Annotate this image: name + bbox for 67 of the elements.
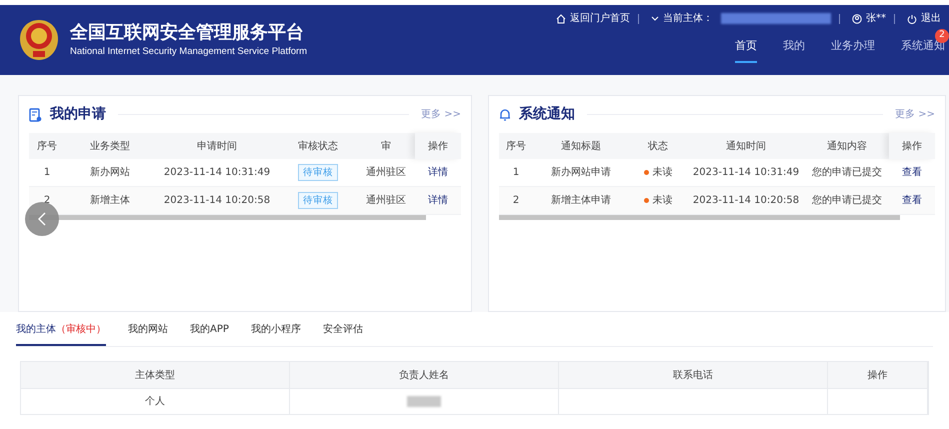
table-cell-text: 2023-11-14 10:20:58 — [692, 194, 800, 208]
nav-tab[interactable]: 业务办理 — [831, 38, 875, 62]
column-header: 审 — [381, 140, 391, 152]
document-icon — [29, 108, 42, 122]
user-icon — [852, 14, 862, 24]
table-cell-text: 1 — [512, 166, 520, 180]
details-link[interactable]: 详情 — [428, 165, 448, 180]
column-header: 通知时间 — [726, 140, 766, 152]
column-header: 联系电话 — [673, 368, 713, 382]
table-cell-text: 未读 — [652, 194, 672, 208]
power-icon — [907, 14, 917, 24]
section-tab[interactable]: 我的APP — [190, 318, 229, 346]
view-link[interactable]: 查看 — [902, 165, 922, 180]
redacted-block — [407, 396, 441, 407]
panel-title: 系统通知 — [519, 105, 575, 124]
column-header: 操作 — [868, 368, 888, 382]
panel-title: 我的申请 — [50, 105, 106, 124]
table-cell-text: 新办网站 — [90, 166, 130, 180]
status-tag: 待审核 — [298, 192, 338, 209]
platform-subtitle: National Internet Security Management Service Platform — [70, 44, 308, 59]
column-header: 状态 — [648, 140, 668, 152]
column-header: 通知标题 — [561, 140, 601, 152]
table-cell-text: 您的申请已提交 — [812, 194, 882, 208]
table-cell-text: 2023-11-14 10:20:58 — [164, 194, 270, 208]
table-cell-text: 2023-11-14 10:31:49 — [164, 166, 270, 180]
column-header: 操作 — [428, 140, 448, 154]
status-tag: 待审核 — [298, 164, 338, 181]
nav-tab[interactable]: 我的 — [783, 38, 805, 62]
section-tab[interactable]: 我的主体（审核中） — [16, 318, 106, 346]
column-header: 序号 — [506, 140, 526, 152]
column-header: 负责人姓名 — [399, 368, 449, 382]
nav-tab[interactable]: 首页 — [735, 38, 757, 62]
table-cell-text: 新增主体申请 — [551, 194, 611, 208]
column-header: 业务类型 — [90, 140, 130, 152]
table-cell-text: 个人 — [145, 395, 165, 409]
table-cell-text: 2 — [512, 194, 520, 208]
column-header: 审核状态 — [298, 140, 338, 152]
scrollbar[interactable] — [499, 215, 900, 220]
details-link[interactable]: 详情 — [428, 193, 448, 208]
table-cell-text: 新增主体 — [90, 194, 130, 208]
bell-icon — [499, 108, 511, 122]
emblem-icon — [18, 18, 60, 62]
section-tab[interactable]: 我的小程序 — [250, 318, 301, 346]
table-cell-text: 2023-11-14 10:31:49 — [692, 166, 800, 180]
table-cell-text: 通州驻区 — [366, 194, 406, 208]
table-cell-text: 2 — [44, 194, 50, 208]
column-header: 申请时间 — [197, 140, 237, 152]
home-link[interactable]: 返回门户首页 — [570, 11, 630, 26]
user-link[interactable]: 张** — [866, 11, 886, 26]
platform-title: 全国互联网安全管理服务平台 — [70, 20, 305, 45]
table-cell-text: 未读 — [652, 166, 672, 180]
view-link[interactable]: 查看 — [902, 193, 922, 208]
logout-link[interactable]: 退出 — [921, 11, 941, 26]
table-cell-text: 您的申请已提交 — [812, 166, 882, 180]
column-header: 操作 — [902, 140, 922, 154]
table-cell-text: 通州驻区 — [366, 166, 406, 180]
current-subject-label[interactable]: 当前主体： — [663, 11, 713, 26]
column-header: 序号 — [37, 140, 57, 152]
home-icon — [556, 14, 566, 24]
table-cell-text: 新办网站申请 — [551, 166, 611, 180]
section-tab[interactable]: 我的网站 — [128, 318, 168, 346]
table-cell-text: 1 — [44, 166, 50, 180]
column-header: 主体类型 — [135, 368, 175, 382]
chevron-down-icon — [651, 16, 659, 22]
column-header: 通知内容 — [827, 140, 867, 152]
section-tab[interactable]: 安全评估 — [322, 318, 363, 346]
chevron-left-icon — [38, 212, 46, 226]
